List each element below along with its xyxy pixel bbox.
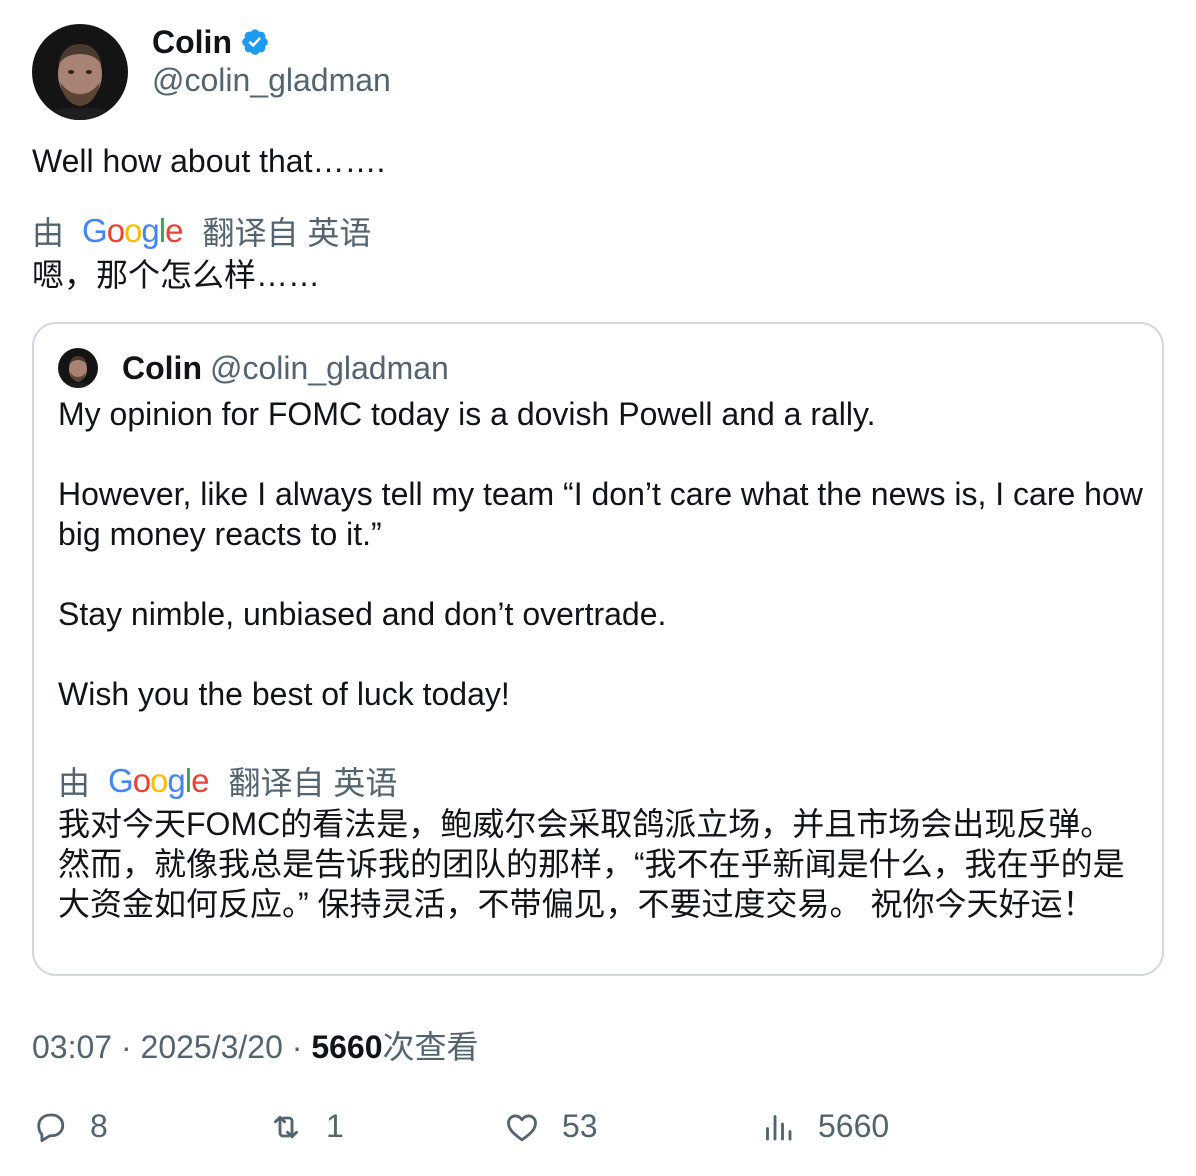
translation-attribution[interactable]: 由 Google 翻译自 英语 xyxy=(32,208,371,254)
tweet-actions-bar: 8 1 53 5660 xyxy=(32,1108,1164,1152)
views-action-count: 5660 xyxy=(818,1108,890,1144)
quoted-author-avatar xyxy=(58,348,98,388)
quoted-tweet-card[interactable]: Colin @colin_gladman My opinion for FOMC… xyxy=(32,322,1164,976)
views-count: 5660 xyxy=(311,1029,383,1065)
translated-by-label: 由 xyxy=(58,765,91,801)
quoted-paragraph: Wish you the best of luck today! xyxy=(58,676,510,712)
like-count: 53 xyxy=(562,1108,598,1144)
quoted-tweet-body: My opinion for FOMC today is a dovish Po… xyxy=(58,394,1148,754)
reply-count: 8 xyxy=(90,1108,108,1144)
translated-by-label: 由 xyxy=(32,215,65,251)
meta-separator: · xyxy=(120,1029,141,1065)
tweet-header: Colin @colin_gladman xyxy=(32,24,391,120)
meta-separator: · xyxy=(291,1029,312,1065)
reply-button[interactable]: 8 xyxy=(32,1108,108,1145)
tweet-date[interactable]: 2025/3/20 xyxy=(141,1029,283,1065)
quoted-author-handle: @colin_gladman xyxy=(209,349,449,386)
quoted-translated-text: 我对今天FOMC的看法是，鲍威尔会采取鸽派立场，并且市场会出现反弹。然而，就像我… xyxy=(58,806,1125,922)
author-avatar[interactable] xyxy=(32,24,128,120)
tweet-time[interactable]: 03:07 xyxy=(32,1029,112,1065)
like-button[interactable]: 53 xyxy=(504,1108,598,1145)
retweet-count: 1 xyxy=(326,1108,344,1144)
quoted-translation-attribution[interactable]: 由 Google 翻译自 英语 xyxy=(58,758,397,804)
tweet-meta: 03:07 · 2025/3/20 · 5660次查看 xyxy=(32,1022,479,1068)
quoted-paragraph: My opinion for FOMC today is a dovish Po… xyxy=(58,396,876,432)
quoted-paragraph: However, like I always tell my team “I d… xyxy=(58,476,1143,552)
quoted-paragraph: Stay nimble, unbiased and don’t overtrad… xyxy=(58,596,667,632)
quoted-author-name: Colin xyxy=(122,349,202,386)
retweet-icon xyxy=(274,1115,298,1138)
views-button[interactable]: 5660 xyxy=(760,1108,889,1145)
heart-icon xyxy=(507,1113,537,1141)
reply-icon xyxy=(37,1113,65,1142)
author-name[interactable]: Colin xyxy=(152,24,232,61)
tweet-text: Well how about that……. xyxy=(32,143,386,179)
retweet-button[interactable]: 1 xyxy=(268,1108,344,1145)
translation-source-label: 翻译自 英语 xyxy=(228,765,398,801)
translation-source-label: 翻译自 英语 xyxy=(202,215,372,251)
author-handle[interactable]: @colin_gladman xyxy=(152,62,391,99)
quoted-tweet-header: Colin @colin_gladman xyxy=(58,348,449,388)
google-logo-icon: Google xyxy=(108,762,209,799)
verified-badge-icon xyxy=(242,29,268,55)
analytics-icon xyxy=(766,1114,792,1140)
views-label: 次查看 xyxy=(382,1029,479,1065)
google-logo-icon: Google xyxy=(82,212,183,249)
translated-text: 嗯，那个怎么样…… xyxy=(32,257,321,293)
